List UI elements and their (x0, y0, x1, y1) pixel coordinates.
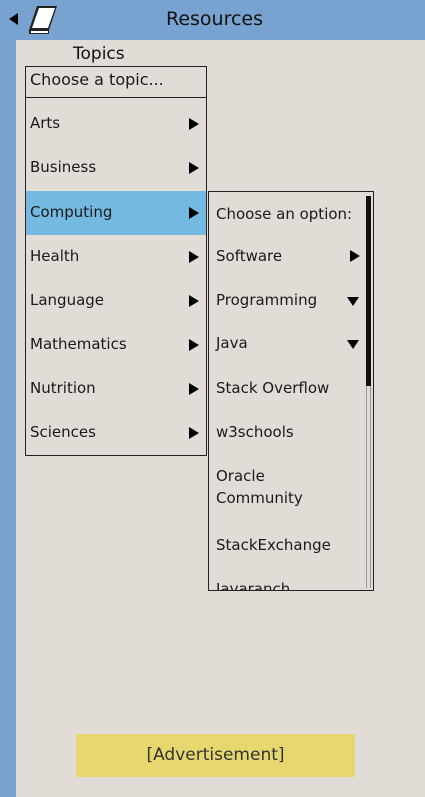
option-item-label: Oracle Community (216, 467, 303, 507)
topic-item-language[interactable]: Language (26, 279, 206, 323)
chevron-right-icon (189, 427, 199, 439)
topic-item-label: Sciences (30, 423, 96, 441)
option-item-stackexchange[interactable]: StackExchange (209, 534, 364, 556)
chevron-right-icon (189, 251, 199, 263)
chevron-right-icon (189, 162, 199, 174)
option-dropdown-placeholder[interactable]: Choose an option: (209, 203, 364, 225)
left-sidebar-strip (0, 40, 16, 797)
option-item-java[interactable]: Java (209, 332, 364, 354)
topic-dropdown-placeholder[interactable]: Choose a topic... (26, 67, 206, 98)
chevron-down-icon (347, 340, 359, 349)
option-dropdown: Choose an option: Software Programming J… (208, 191, 374, 591)
option-item-label: Java (216, 334, 248, 352)
topic-item-label: Language (30, 291, 105, 309)
chevron-right-icon (189, 118, 199, 130)
chevron-right-icon (189, 295, 199, 307)
chevron-right-icon (189, 383, 199, 395)
option-item-label: w3schools (216, 423, 294, 441)
topic-item-mathematics[interactable]: Mathematics (26, 323, 206, 367)
chevron-right-icon (189, 339, 199, 351)
option-item-label: Software (216, 247, 283, 265)
topic-item-arts[interactable]: Arts (26, 102, 206, 146)
topic-item-label: Computing (30, 203, 113, 221)
topic-item-sciences[interactable]: Sciences (26, 411, 206, 455)
option-item-label: Programming (216, 291, 318, 309)
topic-item-label: Nutrition (30, 379, 96, 397)
chevron-down-icon (347, 297, 359, 306)
chevron-right-icon (350, 250, 360, 262)
advertisement-banner[interactable]: [Advertisement] (76, 734, 355, 777)
topic-item-nutrition[interactable]: Nutrition (26, 367, 206, 411)
option-item-oracle-community[interactable]: Oracle Community (209, 465, 319, 509)
topic-item-business[interactable]: Business (26, 146, 206, 190)
scrollbar-thumb[interactable] (366, 196, 371, 386)
option-item-stack-overflow[interactable]: Stack Overflow (209, 377, 364, 399)
topic-dropdown: Choose a topic... Arts Business Computin… (25, 66, 207, 456)
topic-item-label: Health (30, 247, 80, 265)
option-item-label: Stack Overflow (216, 379, 330, 397)
option-item-w3schools[interactable]: w3schools (209, 421, 364, 443)
header-bar: Resources (0, 0, 425, 40)
topics-label: Topics (73, 44, 125, 64)
chevron-right-icon (189, 207, 199, 219)
topic-item-label: Arts (30, 114, 61, 132)
topic-item-computing[interactable]: Computing (26, 191, 206, 235)
option-item-programming[interactable]: Programming (209, 289, 364, 311)
option-item-label: Javaranch (216, 580, 291, 591)
page-title: Resources (165, 8, 264, 30)
option-placeholder-label: Choose an option: (216, 205, 353, 223)
option-item-label: StackExchange (216, 536, 331, 554)
option-item-software[interactable]: Software (209, 245, 364, 267)
topic-item-label: Mathematics (30, 335, 127, 353)
topic-item-health[interactable]: Health (26, 235, 206, 279)
topic-item-label: Business (30, 158, 97, 176)
option-item-javaranch[interactable]: Javaranch (209, 578, 364, 591)
